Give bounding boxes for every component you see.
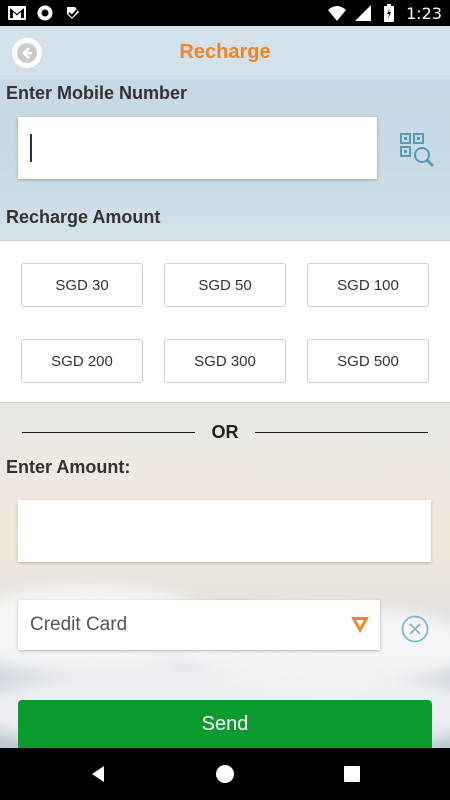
header: Recharge (0, 26, 450, 79)
circle-app-icon (36, 4, 54, 22)
enter-amount-label: Enter Amount: (6, 457, 131, 477)
wifi-icon (328, 4, 347, 22)
amount-option-50[interactable]: SGD 50 (164, 263, 286, 307)
payment-method-select[interactable]: Credit Card (18, 600, 380, 650)
mobile-number-label: Enter Mobile Number (6, 83, 188, 103)
back-button[interactable] (12, 38, 42, 68)
amount-option-30[interactable]: SGD 30 (21, 263, 143, 307)
or-divider: OR (0, 420, 450, 446)
recents-nav-icon[interactable] (342, 764, 362, 784)
navigation-bar (0, 748, 450, 800)
payment-method-value: Credit Card (30, 614, 128, 635)
amount-option-500[interactable]: SGD 500 (307, 339, 429, 383)
qr-search-icon (400, 133, 435, 168)
mobile-number-input[interactable] (18, 117, 377, 179)
amount-options-panel: SGD 30 SGD 50 SGD 100 SGD 200 SGD 300 SG… (0, 240, 450, 403)
back-arrow-icon (17, 43, 37, 63)
battery-icon (380, 4, 398, 22)
amount-option-300[interactable]: SGD 300 (164, 339, 286, 383)
clear-payment-button[interactable] (401, 615, 429, 643)
send-button[interactable]: Send (18, 700, 432, 748)
amount-option-100[interactable]: SGD 100 (307, 263, 429, 307)
home-nav-icon[interactable] (215, 764, 235, 784)
recharge-screen: Recharge Enter Mobile Number Recharge Am… (0, 26, 450, 748)
signal-icon (354, 4, 372, 22)
amount-option-200[interactable]: SGD 200 (21, 339, 143, 383)
custom-amount-input[interactable] (18, 500, 431, 562)
qr-scan-button[interactable] (399, 132, 435, 168)
status-time: 1:23 (406, 3, 442, 23)
page-title: Recharge (179, 41, 271, 63)
back-nav-icon[interactable] (88, 764, 108, 784)
gmail-icon (8, 4, 26, 22)
verified-check-icon (64, 4, 82, 22)
recharge-amount-label: Recharge Amount (6, 207, 161, 227)
dropdown-triangle-icon (351, 617, 369, 633)
close-circle-icon (401, 615, 429, 643)
status-bar: 1:23 (0, 0, 450, 26)
divider-line-right (255, 432, 428, 433)
text-caret (30, 134, 32, 162)
